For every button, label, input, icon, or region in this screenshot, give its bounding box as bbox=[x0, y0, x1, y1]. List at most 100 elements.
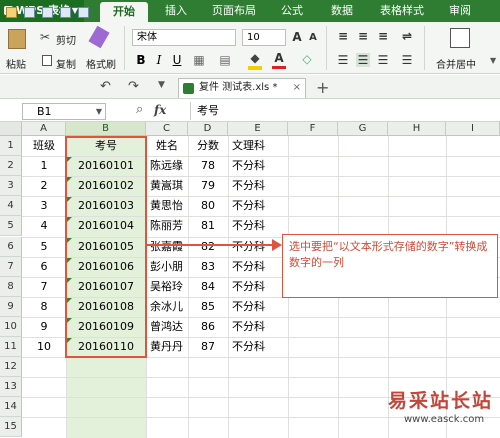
font-name-select[interactable]: 宋体 bbox=[132, 29, 236, 46]
table-cell[interactable]: 不分科 bbox=[228, 196, 288, 216]
format-painter-button[interactable]: 格式刷 bbox=[86, 56, 116, 71]
tab-insert[interactable]: 插入 bbox=[156, 0, 196, 22]
row-header[interactable]: 5 bbox=[0, 216, 22, 237]
table-cell[interactable]: 86 bbox=[188, 317, 228, 337]
copy-button[interactable]: 复制 bbox=[56, 56, 76, 71]
align-bottom-icon[interactable]: ≡ bbox=[376, 29, 390, 43]
table-cell[interactable]: 79 bbox=[188, 176, 228, 196]
table-cell[interactable]: 5 bbox=[22, 237, 66, 257]
close-icon[interactable]: × bbox=[293, 79, 301, 97]
paste-icon[interactable] bbox=[8, 29, 26, 49]
underline-icon[interactable]: U bbox=[170, 53, 184, 67]
header-cell[interactable]: 文理科 bbox=[228, 136, 288, 156]
row-header[interactable]: 13 bbox=[0, 377, 22, 398]
row-header[interactable]: 11 bbox=[0, 337, 22, 358]
row-header[interactable]: 1 bbox=[0, 136, 22, 157]
table-cell[interactable]: 不分科 bbox=[228, 277, 288, 297]
table-cell[interactable]: 84 bbox=[188, 277, 228, 297]
table-cell[interactable]: 9 bbox=[22, 317, 66, 337]
table-cell[interactable]: 不分科 bbox=[228, 176, 288, 196]
table-cell[interactable]: 陈远缘 bbox=[146, 156, 188, 176]
table-cell[interactable]: 80 bbox=[188, 196, 228, 216]
row-header[interactable]: 8 bbox=[0, 276, 22, 297]
justify-icon[interactable]: ☰ bbox=[400, 53, 414, 67]
row-header[interactable]: 7 bbox=[0, 256, 22, 277]
table-cell[interactable]: 黄思怡 bbox=[146, 196, 188, 216]
column-header-d[interactable]: D bbox=[188, 122, 228, 136]
table-cell[interactable]: 张嘉霞 bbox=[146, 237, 188, 257]
table-cell[interactable]: 10 bbox=[22, 337, 66, 357]
row-header[interactable]: 10 bbox=[0, 316, 22, 337]
scissors-icon[interactable]: ✂ bbox=[40, 30, 50, 44]
name-box[interactable]: B1 ▼ bbox=[22, 103, 106, 120]
table-cell[interactable]: 3 bbox=[22, 196, 66, 216]
column-header-a[interactable]: A bbox=[22, 122, 66, 136]
table-cell[interactable]: 8 bbox=[22, 297, 66, 317]
font-color-icon[interactable]: A bbox=[272, 51, 286, 65]
select-all-corner[interactable] bbox=[0, 122, 22, 136]
grow-font-icon[interactable]: A bbox=[290, 30, 304, 44]
print-preview-icon[interactable] bbox=[78, 7, 89, 18]
formula-input[interactable]: 考号 bbox=[190, 102, 490, 120]
zoom-icon[interactable]: ⌕ bbox=[136, 102, 143, 117]
table-cell[interactable]: 83 bbox=[188, 257, 228, 277]
chevron-down-icon[interactable]: ▼ bbox=[158, 80, 165, 90]
column-header-i[interactable]: I bbox=[446, 122, 500, 136]
wrap-text-icon[interactable]: ⇌ bbox=[400, 29, 414, 43]
align-left-icon[interactable]: ☰ bbox=[336, 53, 350, 67]
tab-data[interactable]: 数据 bbox=[322, 0, 362, 22]
column-header-f[interactable]: F bbox=[288, 122, 338, 136]
row-header[interactable]: 4 bbox=[0, 196, 22, 217]
table-cell[interactable]: 7 bbox=[22, 277, 66, 297]
table-cell[interactable]: 87 bbox=[188, 337, 228, 357]
table-cell[interactable]: 4 bbox=[22, 216, 66, 236]
table-cell[interactable]: 85 bbox=[188, 297, 228, 317]
tab-table-style[interactable]: 表格样式 bbox=[372, 0, 432, 22]
insert-function-button[interactable]: fx bbox=[154, 103, 166, 117]
table-cell[interactable]: 余冰儿 bbox=[146, 297, 188, 317]
row-header[interactable]: 3 bbox=[0, 176, 22, 197]
table-cell[interactable]: 82 bbox=[188, 237, 228, 257]
shrink-font-icon[interactable]: A bbox=[306, 31, 320, 45]
column-header-c[interactable]: C bbox=[146, 122, 188, 136]
tab-formulas[interactable]: 公式 bbox=[272, 0, 312, 22]
header-cell[interactable]: 分数 bbox=[188, 136, 228, 156]
table-cell[interactable]: 彭小朋 bbox=[146, 257, 188, 277]
row-header[interactable]: 9 bbox=[0, 296, 22, 317]
column-header-g[interactable]: G bbox=[338, 122, 388, 136]
row-header[interactable]: 14 bbox=[0, 397, 22, 418]
redo-icon[interactable]: ↷ bbox=[128, 79, 139, 94]
header-cell[interactable]: 姓名 bbox=[146, 136, 188, 156]
save-icon[interactable] bbox=[24, 7, 35, 18]
table-cell[interactable]: 黄丹丹 bbox=[146, 337, 188, 357]
undo-icon[interactable]: ↶ bbox=[100, 79, 111, 94]
italic-icon[interactable]: I bbox=[152, 53, 166, 67]
chevron-down-icon[interactable]: ▼ bbox=[96, 104, 102, 119]
row-header[interactable]: 6 bbox=[0, 236, 22, 257]
table-cell[interactable]: 不分科 bbox=[228, 156, 288, 176]
table-cell[interactable]: 不分科 bbox=[228, 317, 288, 337]
tab-page-layout[interactable]: 页面布局 bbox=[206, 0, 262, 22]
export-icon[interactable] bbox=[42, 7, 53, 18]
merge-cells-icon[interactable] bbox=[450, 28, 470, 48]
paste-button[interactable]: 粘贴 bbox=[6, 56, 26, 71]
table-cell[interactable]: 不分科 bbox=[228, 216, 288, 236]
row-header[interactable]: 15 bbox=[0, 417, 22, 438]
fill-color-icon[interactable]: ◆ bbox=[248, 51, 262, 65]
align-top-icon[interactable]: ≡ bbox=[336, 29, 350, 43]
chevron-down-icon[interactable]: ▼ bbox=[490, 56, 496, 65]
font-size-select[interactable]: 10 bbox=[242, 29, 286, 46]
table-cell[interactable]: 不分科 bbox=[228, 257, 288, 277]
border-icon[interactable]: ▦ bbox=[192, 53, 206, 67]
row-header[interactable]: 12 bbox=[0, 357, 22, 378]
clear-format-icon[interactable]: ◇ bbox=[300, 52, 314, 66]
table-cell[interactable]: 81 bbox=[188, 216, 228, 236]
align-right-icon[interactable]: ☰ bbox=[376, 53, 390, 67]
align-middle-icon[interactable]: ≡ bbox=[356, 29, 370, 43]
align-center-icon[interactable]: ☰ bbox=[356, 53, 370, 67]
tab-review[interactable]: 审阅 bbox=[440, 0, 480, 22]
table-cell[interactable]: 吴裕玲 bbox=[146, 277, 188, 297]
table-cell[interactable]: 不分科 bbox=[228, 297, 288, 317]
copy-icon[interactable] bbox=[42, 55, 52, 66]
tab-home[interactable]: 开始 bbox=[100, 2, 148, 22]
